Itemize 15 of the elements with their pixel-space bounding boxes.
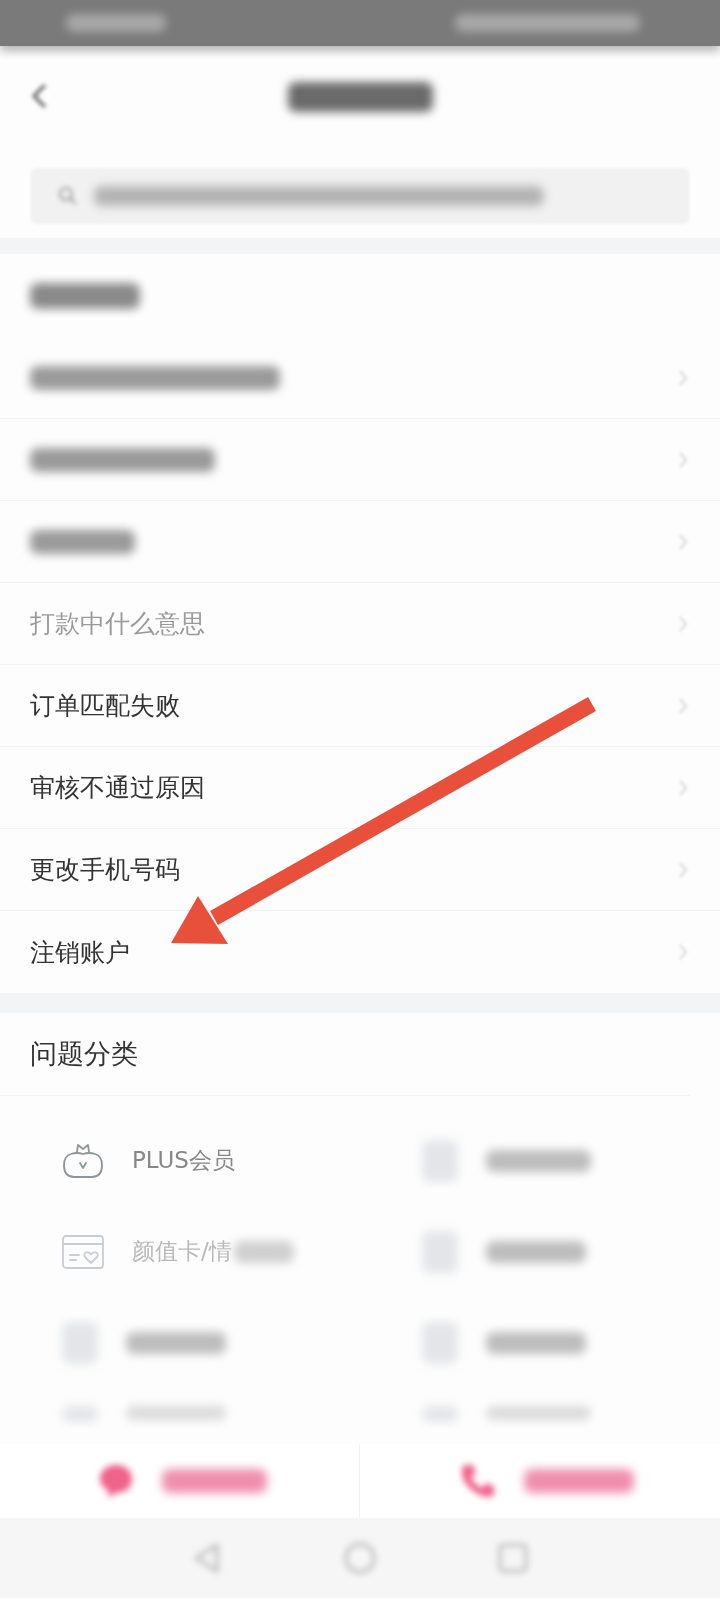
search-field[interactable] [30,168,690,224]
blurred-icon [422,1321,458,1364]
blurred-icon [422,1139,458,1182]
back-icon[interactable] [32,84,46,108]
section-heading: 问题分类 [30,1037,138,1071]
blurred-icon [62,1321,98,1364]
faq-item[interactable]: 审核不通过原因 [0,747,720,829]
faq-item[interactable]: 订单匹配失败 [0,665,720,747]
home-icon[interactable] [342,1540,378,1576]
search-icon [58,186,78,206]
crown-pouch-icon [62,1142,104,1179]
blurred-text [233,1240,294,1263]
faq-item[interactable]: 注销账户 [0,911,720,993]
category-item[interactable]: PLUS会员 [0,1115,360,1206]
blurred-icon [422,1230,458,1273]
